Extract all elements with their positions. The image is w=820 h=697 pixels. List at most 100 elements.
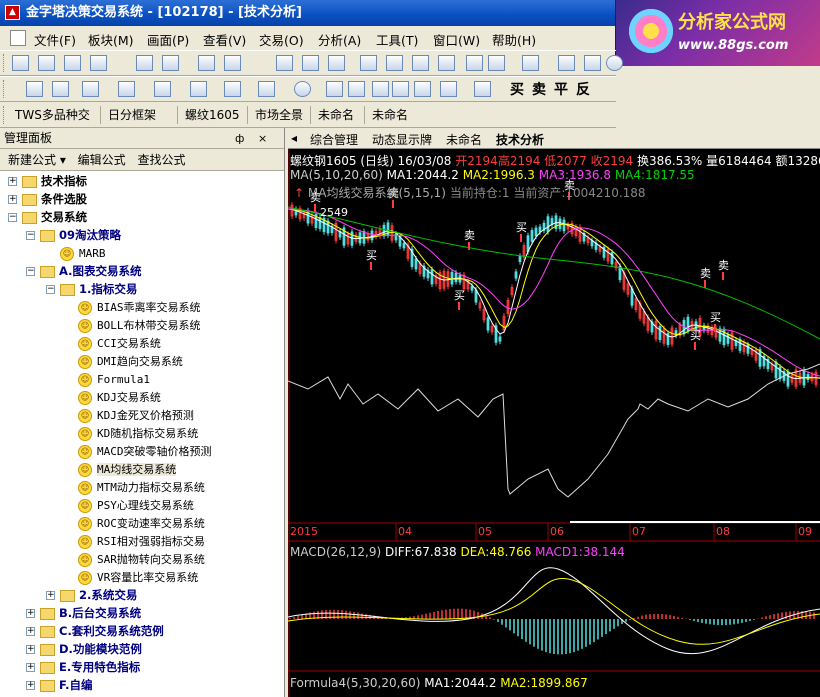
collapse-icon[interactable]: − xyxy=(46,285,55,294)
kline-chart[interactable]: 卖卖卖买卖卖卖买买买买 螺纹钢1605 (日线) 16/03/08 开2194高… xyxy=(288,149,820,697)
collapse-icon[interactable]: − xyxy=(26,267,35,276)
menu-view[interactable]: 查看(V) xyxy=(203,30,246,49)
formula-icon[interactable] xyxy=(412,55,429,71)
tree-node[interactable]: +2.系统交易 xyxy=(46,586,137,604)
collapse-icon[interactable]: − xyxy=(8,213,17,222)
open-icon[interactable] xyxy=(12,55,29,71)
chart-icon[interactable] xyxy=(438,55,455,71)
document-icon[interactable] xyxy=(10,30,26,46)
tree-node[interactable]: + D.功能模块范例 xyxy=(26,640,142,658)
tree-node[interactable]: + C.套利交易系统范例 xyxy=(26,622,164,640)
tree-node[interactable]: ☺ ROC变动速率交易系统 xyxy=(78,514,205,532)
marker-icon[interactable] xyxy=(474,81,491,97)
tree-node[interactable]: + 技术指标 xyxy=(8,172,87,190)
alert-icon[interactable] xyxy=(386,55,403,71)
list-icon[interactable] xyxy=(488,55,505,71)
menu-tools[interactable]: 工具(T) xyxy=(376,30,418,49)
layout-tab-untitled-1[interactable]: 未命名 xyxy=(318,106,354,123)
close-position-button[interactable]: 平 xyxy=(554,79,568,99)
tree-node[interactable]: ☺ KDJ交易系统 xyxy=(78,388,161,406)
undo-icon[interactable] xyxy=(136,55,153,71)
tree-node[interactable]: − A.图表交易系统 xyxy=(26,262,141,280)
tree-node[interactable]: ☺ VR容量比率交易系统 xyxy=(78,568,198,586)
tree-node[interactable]: ☺ CCI交易系统 xyxy=(78,334,161,352)
expand-icon[interactable]: + xyxy=(26,663,35,672)
tree-node[interactable]: − 09淘汰策略 xyxy=(26,226,121,244)
print-icon[interactable] xyxy=(360,55,377,71)
tree-node[interactable]: ☺ MA均线交易系统 xyxy=(78,460,177,478)
text-tool-icon[interactable] xyxy=(326,81,343,97)
layout-tab-untitled-2[interactable]: 未命名 xyxy=(372,106,408,123)
expand-icon[interactable]: + xyxy=(26,609,35,618)
tree-node[interactable]: − 交易系统 xyxy=(8,208,87,226)
rectangle-icon[interactable] xyxy=(258,81,275,97)
tree-node[interactable]: + B.后台交易系统 xyxy=(26,604,141,622)
chart-canvas[interactable]: 卖卖卖买卖卖卖买买买买 xyxy=(288,149,820,697)
arrow-icon[interactable] xyxy=(348,81,365,97)
pin-icon[interactable]: ф xyxy=(235,128,244,149)
search-icon[interactable] xyxy=(90,55,107,71)
menu-sector[interactable]: 板块(M) xyxy=(88,30,134,49)
tree-node[interactable]: ☺ PSY心理线交易系统 xyxy=(78,496,194,514)
ruler-icon[interactable] xyxy=(440,81,457,97)
expand-icon[interactable]: + xyxy=(8,195,17,204)
tree-node[interactable]: ☺ RSI相对强弱指标交易 xyxy=(78,532,205,550)
tree-node[interactable]: ☺ KDJ金死叉价格预测 xyxy=(78,406,194,424)
layout-tab-rebar[interactable]: 螺纹1605 xyxy=(185,106,240,123)
expand-icon[interactable]: + xyxy=(26,627,35,636)
menu-help[interactable]: 帮助(H) xyxy=(492,30,536,49)
expand-icon[interactable]: + xyxy=(46,591,55,600)
calculator-icon[interactable] xyxy=(302,55,319,71)
menu-analysis[interactable]: 分析(A) xyxy=(318,30,361,49)
layout-tab-market[interactable]: 市场全景 xyxy=(255,106,303,123)
zoom-in-icon[interactable] xyxy=(328,55,345,71)
menu-window[interactable]: 窗口(W) xyxy=(433,30,480,49)
lock-icon[interactable] xyxy=(414,81,431,97)
key-icon[interactable] xyxy=(584,55,601,71)
help-icon[interactable] xyxy=(606,55,623,71)
zoom-icon[interactable] xyxy=(38,55,55,71)
trendline-icon[interactable] xyxy=(154,81,171,97)
layout-tab-daily[interactable]: 日分框架 xyxy=(108,106,156,123)
collapse-icon[interactable]: − xyxy=(26,231,35,240)
columns-icon[interactable] xyxy=(118,81,135,97)
new-formula-button[interactable]: 新建公式 ▾ xyxy=(8,153,66,167)
pointer-icon[interactable] xyxy=(198,55,215,71)
table-icon[interactable] xyxy=(466,55,483,71)
edit-formula-button[interactable]: 编辑公式 xyxy=(78,153,126,167)
reverse-button[interactable]: 反 xyxy=(576,79,590,99)
tree-node[interactable]: + E.专用特色指标 xyxy=(26,658,140,676)
buy-button[interactable]: 买 xyxy=(510,79,524,99)
price-chart-icon[interactable] xyxy=(52,81,69,97)
menu-trade[interactable]: 交易(O) xyxy=(259,30,304,49)
monitor-icon[interactable] xyxy=(558,55,575,71)
tree-node[interactable]: + 条件选股 xyxy=(8,190,87,208)
ellipse-icon[interactable] xyxy=(294,81,311,97)
fibonacci-icon[interactable] xyxy=(224,81,241,97)
bar-style-icon[interactable] xyxy=(82,81,99,97)
delete-icon[interactable] xyxy=(392,81,409,97)
parallel-icon[interactable] xyxy=(190,81,207,97)
tree-node[interactable]: ☺ BIAS乖离率交易系统 xyxy=(78,298,201,316)
tree-node[interactable]: ☺ Formula1 xyxy=(78,370,150,388)
tab-technical-analysis[interactable]: 技术分析 xyxy=(496,131,544,148)
find-formula-button[interactable]: 查找公式 xyxy=(138,153,186,167)
grid-icon[interactable] xyxy=(276,55,293,71)
tree-node[interactable]: + F.自编 xyxy=(26,676,93,694)
close-icon[interactable]: × xyxy=(258,128,267,149)
tab-dynamic-board[interactable]: 动态显示牌 xyxy=(372,131,432,148)
tree-node[interactable]: ☺ SAR抛物转向交易系统 xyxy=(78,550,205,568)
menu-screen[interactable]: 画面(P) xyxy=(147,30,189,49)
tree-node[interactable]: ☺ KD随机指标交易系统 xyxy=(78,424,198,442)
tree-node[interactable]: ☺ MTM动力指标交易系统 xyxy=(78,478,205,496)
expand-icon[interactable]: + xyxy=(26,681,35,690)
expand-icon[interactable]: + xyxy=(26,645,35,654)
sell-button[interactable]: 卖 xyxy=(532,79,546,99)
tab-scroll-left-icon[interactable]: ◂ xyxy=(291,131,297,145)
tree-node[interactable]: ☺ DMI趋向交易系统 xyxy=(78,352,183,370)
window-icon[interactable] xyxy=(522,55,539,71)
expand-icon[interactable]: + xyxy=(8,177,17,186)
tab-overview[interactable]: 综合管理 xyxy=(310,131,358,148)
tree-node[interactable]: ☺ MARB xyxy=(60,244,106,262)
tree-node[interactable]: ☺ BOLL布林带交易系统 xyxy=(78,316,201,334)
